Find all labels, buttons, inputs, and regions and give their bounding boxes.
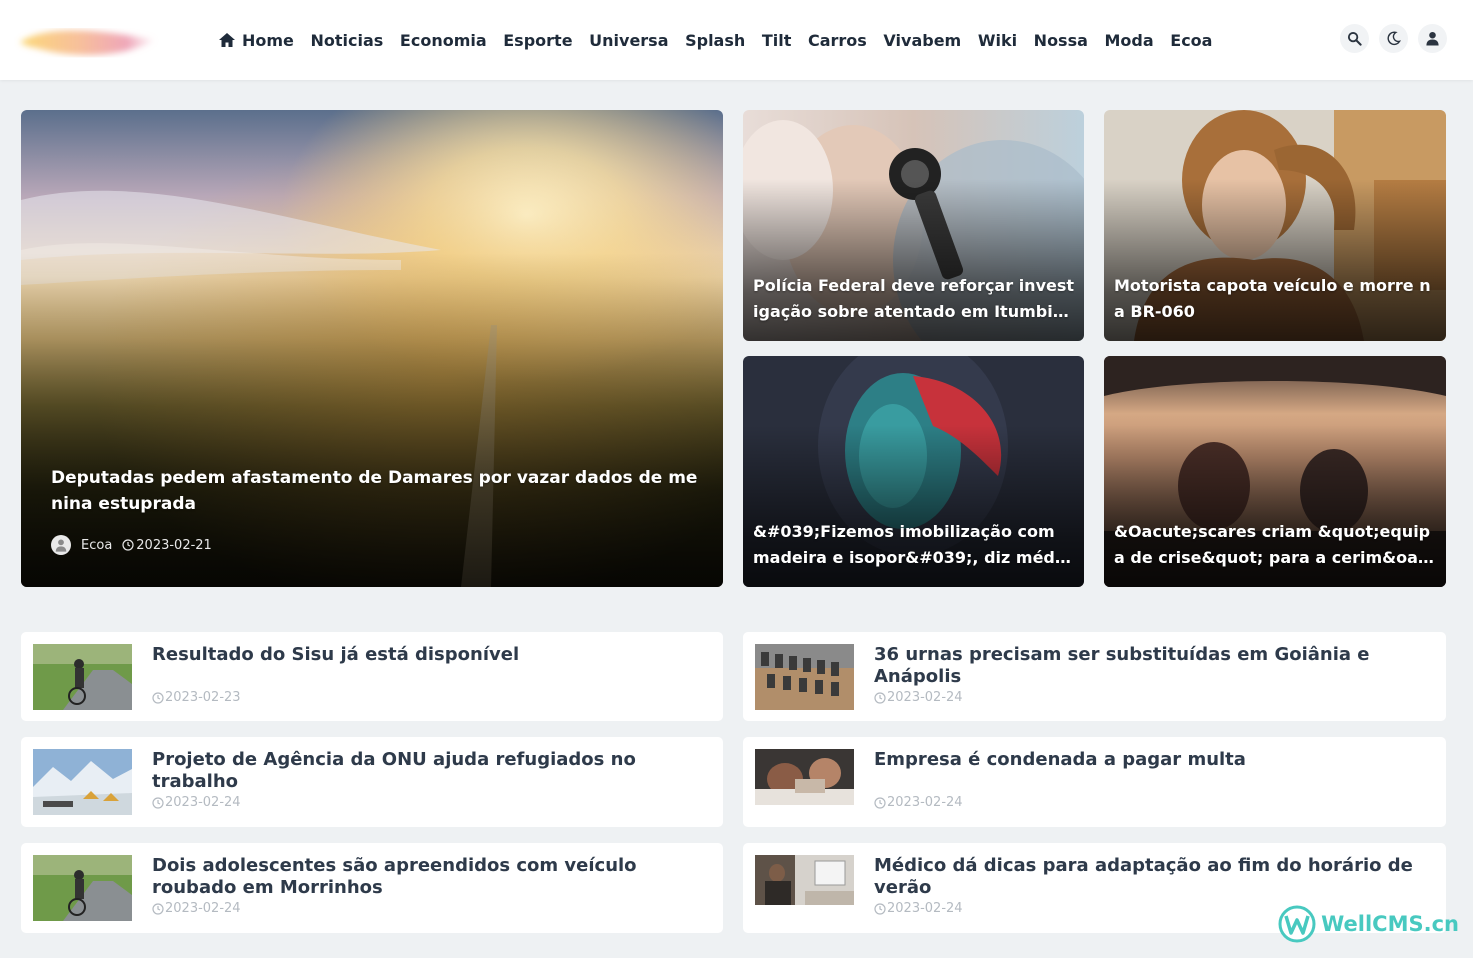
user-button[interactable] [1418, 24, 1447, 53]
nav-moda[interactable]: Moda [1096, 31, 1162, 50]
clock-icon [122, 539, 134, 551]
nav-vivabem[interactable]: Vivabem [875, 31, 969, 50]
news-card-2[interactable]: Motorista capota veículo e morre na BR-0… [1104, 110, 1446, 341]
list-thumb[interactable] [33, 749, 132, 815]
author-avatar[interactable] [51, 535, 71, 555]
news-card-1[interactable]: Polícia Federal deve reforçar investigaç… [743, 110, 1084, 341]
card-title-2[interactable]: Motorista capota veículo e morre na BR-0… [1114, 273, 1436, 325]
nav-noticias[interactable]: Noticias [302, 31, 391, 50]
watermark: WellCMS.cn [1277, 904, 1459, 944]
search-icon [1347, 31, 1362, 46]
nav-universa[interactable]: Universa [581, 31, 677, 50]
dark-mode-button[interactable] [1379, 24, 1408, 53]
main-nav: Home Noticias Economia Esporte Universa … [216, 0, 1221, 80]
search-button[interactable] [1340, 24, 1369, 53]
list-thumb[interactable] [755, 749, 854, 815]
list-date-wrap: 2023-02-24 [874, 795, 963, 810]
user-icon [55, 539, 67, 552]
list-title[interactable]: Empresa é condenada a pagar multa [874, 749, 1428, 771]
card-title-3[interactable]: &#039;Fizemos imobilização com madeira e… [753, 519, 1074, 571]
list-date: 2023-02-24 [887, 795, 963, 810]
list-title[interactable]: Resultado do Sisu já está disponível [152, 644, 705, 666]
site-logo[interactable] [14, 20, 164, 64]
list-date: 2023-02-23 [165, 690, 241, 705]
nav-nossa[interactable]: Nossa [1025, 31, 1096, 50]
news-card-4[interactable]: &Oacute;scares criam &quot;equipa de cri… [1104, 356, 1446, 587]
user-icon [1426, 31, 1439, 46]
list-thumb[interactable] [755, 855, 854, 921]
news-card-3[interactable]: &#039;Fizemos imobilização com madeira e… [743, 356, 1084, 587]
list-date-wrap: 2023-02-24 [874, 901, 963, 916]
nav-carros[interactable]: Carros [800, 31, 875, 50]
list-date: 2023-02-24 [165, 795, 241, 810]
clock-icon [152, 691, 164, 704]
card-title-4[interactable]: &Oacute;scares criam &quot;equipa de cri… [1114, 519, 1436, 571]
nav-economia[interactable]: Economia [392, 31, 495, 50]
clock-icon [874, 691, 886, 704]
list-item[interactable]: 36 urnas precisam ser substituídas em Go… [743, 632, 1446, 721]
wellcms-logo-icon [1278, 905, 1316, 943]
list-date-wrap: 2023-02-24 [152, 901, 241, 916]
list-title[interactable]: Dois adolescentes são apreendidos com ve… [152, 855, 705, 899]
nav-wiki[interactable]: Wiki [970, 31, 1026, 50]
watermark-text: WellCMS.cn [1321, 912, 1459, 936]
list-title[interactable]: Médico dá dicas para adaptação ao fim do… [874, 855, 1428, 899]
list-date-wrap: 2023-02-24 [152, 795, 241, 810]
list-thumb[interactable] [33, 644, 132, 710]
nav-tilt[interactable]: Tilt [754, 31, 800, 50]
home-icon [219, 33, 235, 47]
clock-icon [874, 796, 886, 809]
list-date: 2023-02-24 [887, 690, 963, 705]
card-title-1[interactable]: Polícia Federal deve reforçar investigaç… [753, 273, 1074, 325]
moon-icon [1387, 31, 1401, 46]
hero-card[interactable]: Deputadas pedem afastamento de Damares p… [21, 110, 723, 587]
hero-meta: Ecoa 2023-02-21 [51, 535, 212, 555]
list-item[interactable]: Projeto de Agência da ONU ajuda refugiad… [21, 737, 723, 827]
list-item[interactable]: Resultado do Sisu já está disponível 202… [21, 632, 723, 721]
list-item[interactable]: Empresa é condenada a pagar multa 2023-0… [743, 737, 1446, 827]
hero-date-wrap: 2023-02-21 [122, 538, 212, 553]
list-date: 2023-02-24 [887, 901, 963, 916]
list-item[interactable]: Dois adolescentes são apreendidos com ve… [21, 843, 723, 933]
clock-icon [152, 796, 164, 809]
site-header: Home Noticias Economia Esporte Universa … [0, 0, 1473, 80]
hero-title[interactable]: Deputadas pedem afastamento de Damares p… [51, 465, 699, 517]
hero-author[interactable]: Ecoa [81, 538, 112, 553]
header-actions [1340, 24, 1447, 53]
list-date-wrap: 2023-02-23 [152, 690, 241, 705]
list-date-wrap: 2023-02-24 [874, 690, 963, 705]
nav-home[interactable]: Home [216, 31, 302, 50]
list-title[interactable]: Projeto de Agência da ONU ajuda refugiad… [152, 749, 705, 793]
hero-date: 2023-02-21 [136, 537, 212, 553]
nav-splash[interactable]: Splash [677, 31, 754, 50]
clock-icon [152, 902, 164, 915]
list-thumb[interactable] [755, 644, 854, 710]
list-date: 2023-02-24 [165, 901, 241, 916]
list-title[interactable]: 36 urnas precisam ser substituídas em Go… [874, 644, 1428, 688]
nav-ecoa[interactable]: Ecoa [1162, 31, 1221, 50]
nav-home-label: Home [242, 30, 294, 50]
nav-esporte[interactable]: Esporte [495, 31, 581, 50]
list-thumb[interactable] [33, 855, 132, 921]
clock-icon [874, 902, 886, 915]
